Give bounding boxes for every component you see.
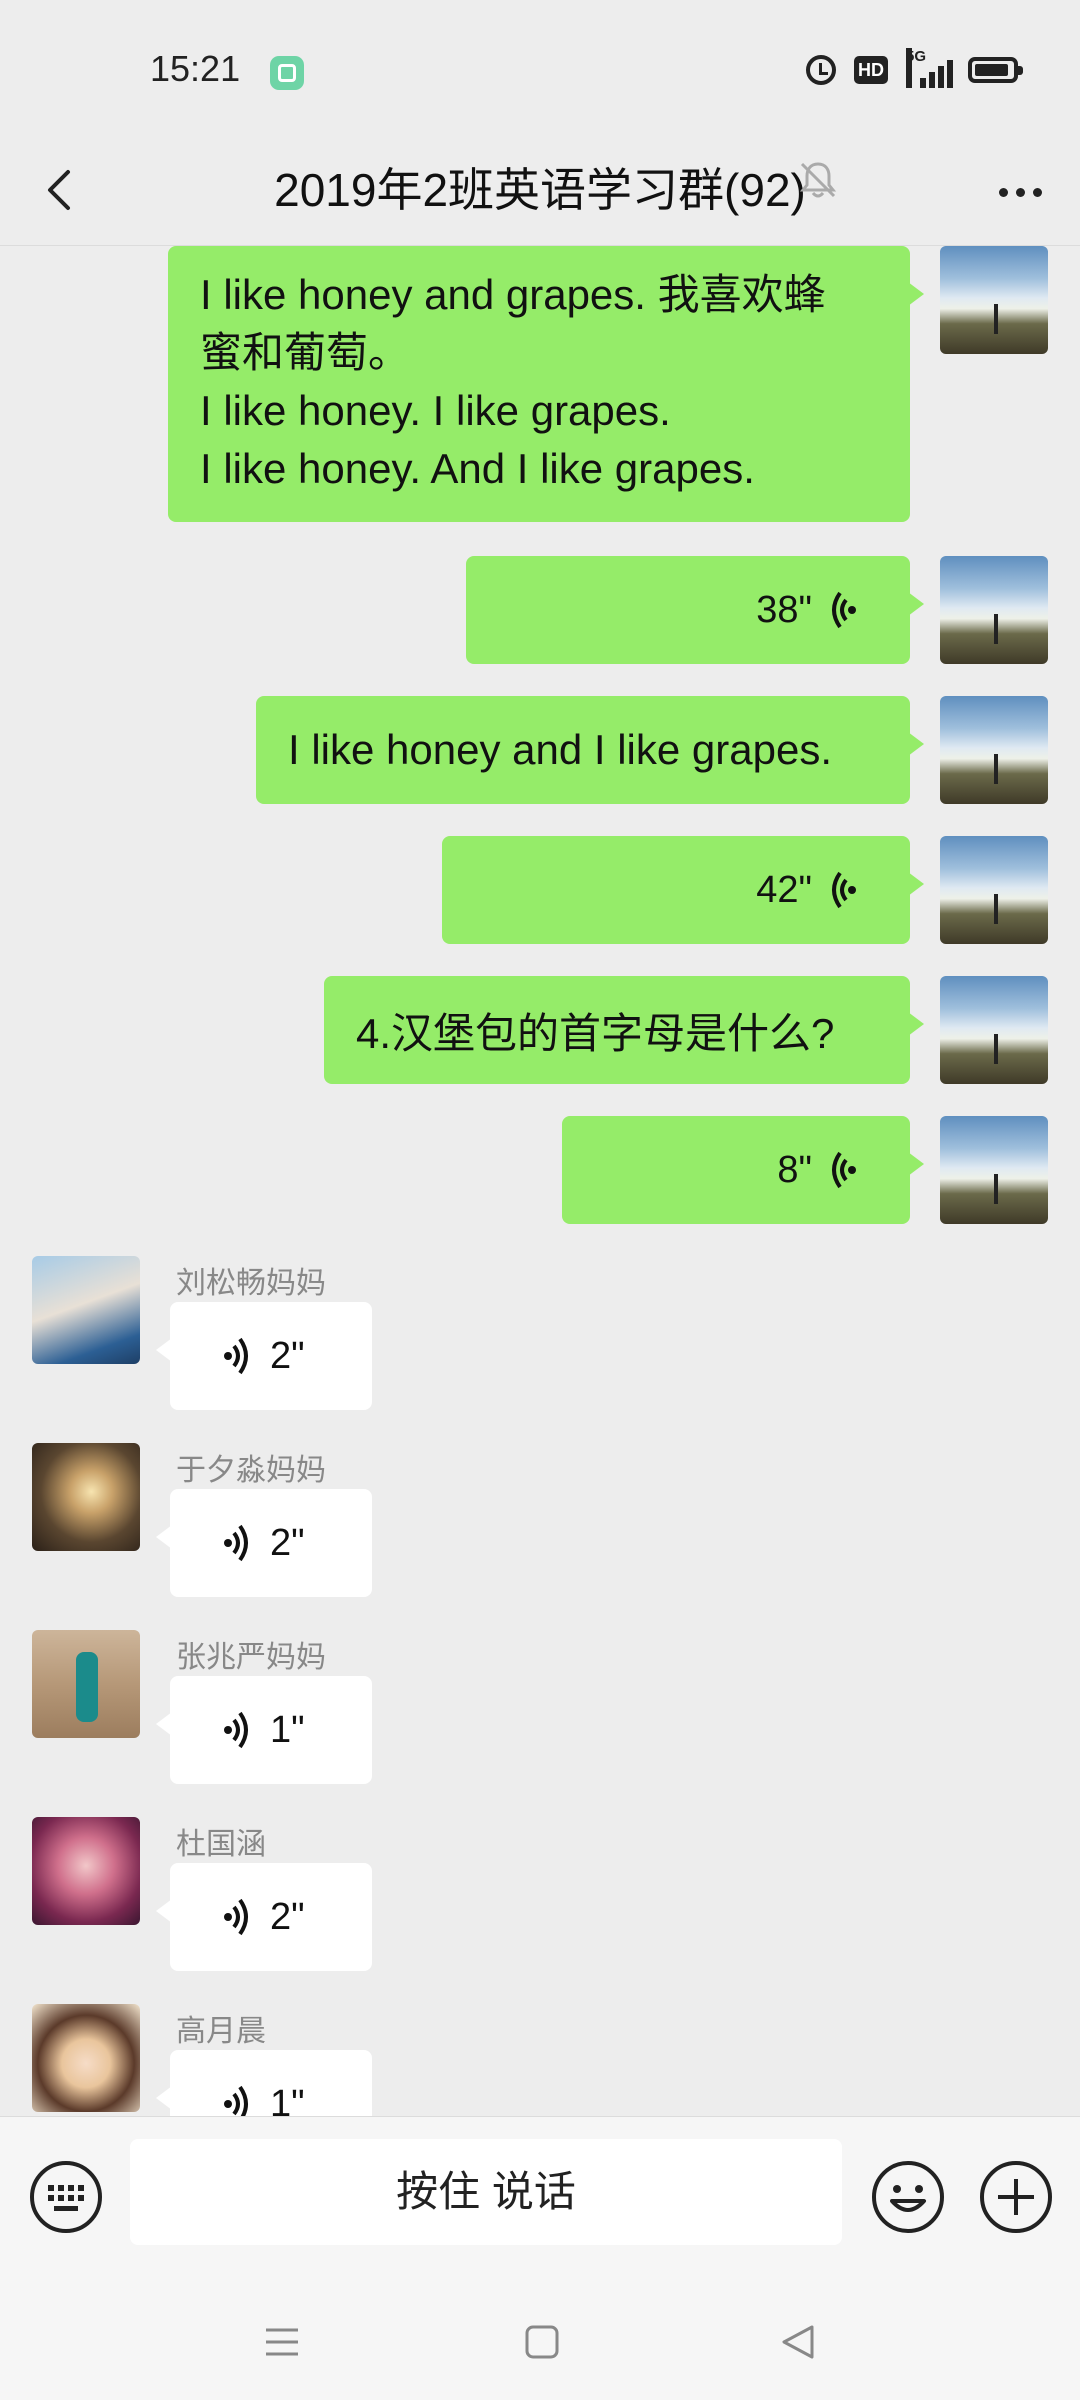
more-icon[interactable] <box>990 162 1050 222</box>
app-notification-icon <box>270 56 304 90</box>
voice-message[interactable]: 1" <box>156 2050 372 2117</box>
keyboard-icon[interactable] <box>28 2159 104 2235</box>
signal-icon: 5G <box>906 48 953 88</box>
message-text: 4.汉堡包的首字母是什么? <box>356 1009 835 1057</box>
member-avatar[interactable] <box>32 2004 140 2112</box>
message-list[interactable]: I like honey and grapes. 我喜欢蜂 蜜和葡萄。 I li… <box>0 246 1080 2116</box>
my-avatar[interactable] <box>940 696 1048 804</box>
home-icon[interactable] <box>522 2322 562 2362</box>
message-line: 蜜和葡萄。 <box>200 329 411 376</box>
voice-message[interactable]: 2" <box>156 1302 372 1410</box>
input-bar: 按住 说话 <box>0 2116 1080 2281</box>
voice-message[interactable]: 2" <box>156 1489 372 1597</box>
voice-duration: 1" <box>270 2082 305 2117</box>
voice-duration: 2" <box>270 1895 305 1938</box>
voice-message[interactable]: 42" <box>442 836 924 944</box>
voice-icon <box>832 591 856 629</box>
voice-duration: 2" <box>270 1334 305 1377</box>
message-bubble[interactable]: 4.汉堡包的首字母是什么? <box>324 976 924 1084</box>
voice-icon <box>224 1524 248 1562</box>
status-bar: 15:21 HD 5G <box>0 0 1080 140</box>
hold-to-talk-button[interactable]: 按住 说话 <box>130 2139 842 2245</box>
message-line: I like honey and grapes. 我喜欢蜂 <box>200 271 826 318</box>
sender-name: 于夕淼妈妈 <box>176 1454 326 1487</box>
my-avatar[interactable] <box>940 836 1048 944</box>
member-avatar[interactable] <box>32 1817 140 1925</box>
voice-icon <box>832 871 856 909</box>
voice-message[interactable]: 8" <box>562 1116 924 1224</box>
sender-name: 杜国涵 <box>176 1828 266 1861</box>
hd-icon: HD <box>854 56 888 84</box>
voice-icon <box>832 1151 856 1189</box>
message-text: I like honey and I like grapes. <box>288 726 832 773</box>
voice-icon <box>224 2085 248 2116</box>
system-nav-bar <box>0 2280 1080 2400</box>
member-avatar[interactable] <box>32 1256 140 1364</box>
my-avatar[interactable] <box>940 556 1048 664</box>
voice-message[interactable]: 2" <box>156 1863 372 1971</box>
my-avatar[interactable] <box>940 246 1048 354</box>
mute-icon <box>799 162 837 198</box>
menu-icon[interactable] <box>262 2322 302 2362</box>
voice-duration: 1" <box>270 1708 305 1751</box>
message-bubble[interactable]: I like honey and grapes. 我喜欢蜂 蜜和葡萄。 I li… <box>168 246 924 522</box>
voice-duration: 8" <box>777 1148 812 1191</box>
my-avatar[interactable] <box>940 976 1048 1084</box>
message-line: I like honey. And I like grapes. <box>200 445 755 492</box>
alarm-icon <box>806 55 836 85</box>
sender-name: 刘松畅妈妈 <box>176 1267 326 1300</box>
voice-icon <box>224 1898 248 1936</box>
voice-duration: 38" <box>756 588 812 631</box>
chat-header: 2019年2班英语学习群(92) <box>0 140 1080 246</box>
sender-name: 张兆严妈妈 <box>176 1641 326 1674</box>
voice-icon <box>224 1711 248 1749</box>
my-avatar[interactable] <box>940 1116 1048 1224</box>
page-title: 2019年2班英语学习群(92) <box>274 164 806 216</box>
voice-duration: 2" <box>270 1521 305 1564</box>
message-bubble[interactable]: I like honey and I like grapes. <box>256 696 924 804</box>
status-icons: HD 5G <box>806 48 1023 88</box>
network-label: 5G <box>906 48 926 88</box>
member-avatar[interactable] <box>32 1443 140 1551</box>
battery-icon <box>968 57 1023 83</box>
member-avatar[interactable] <box>32 1630 140 1738</box>
sender-name: 高月晨 <box>176 2015 266 2048</box>
emoji-icon[interactable] <box>870 2159 946 2235</box>
voice-message[interactable]: 38" <box>466 556 924 664</box>
voice-duration: 42" <box>756 868 812 911</box>
voice-message[interactable]: 1" <box>156 1676 372 1784</box>
voice-icon <box>224 1337 248 1375</box>
message-line: I like honey. I like grapes. <box>200 387 671 434</box>
plus-icon[interactable] <box>978 2159 1054 2235</box>
nav-back-icon[interactable] <box>778 2322 818 2362</box>
status-time: 15:21 <box>150 48 241 89</box>
